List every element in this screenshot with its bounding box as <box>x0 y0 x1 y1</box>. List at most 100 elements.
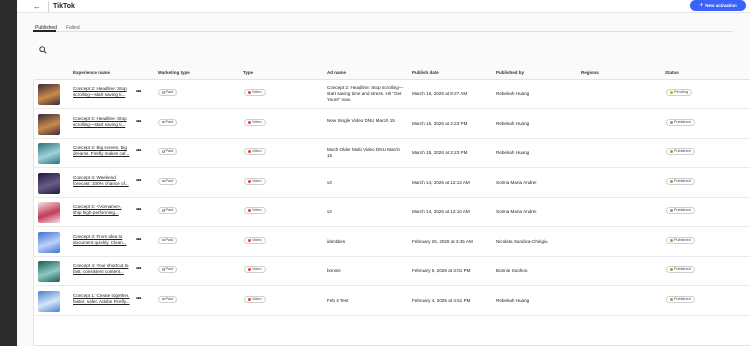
experience-thumbnail[interactable] <box>38 290 60 312</box>
type-label: Video <box>252 178 262 183</box>
video-dot-icon <box>248 238 251 242</box>
experience-thumbnail[interactable] <box>38 261 60 282</box>
status-label: Pending <box>674 90 688 94</box>
search-icon[interactable] <box>39 46 47 54</box>
table-row[interactable]: Concept 1: Create together, faster, safe… <box>33 286 750 316</box>
col-type[interactable]: Type <box>243 70 253 75</box>
marketing-type-badge: Paid <box>158 236 178 244</box>
marketing-type-label: Paid <box>165 296 174 301</box>
more-actions-icon[interactable]: ••• <box>136 237 141 243</box>
type-badge: Video <box>244 236 266 244</box>
experience-thumbnail[interactable] <box>38 113 60 135</box>
table-row[interactable]: Concept 4: Your shortcut to fast, consis… <box>33 256 750 286</box>
col-publish-date[interactable]: Publish date <box>412 70 439 75</box>
status-dot-icon <box>670 120 673 124</box>
type-label: Video <box>252 237 262 242</box>
more-actions-icon[interactable]: ••• <box>136 119 141 125</box>
table-row[interactable]: Concept 2: Headline: Stop scrolling—star… <box>33 79 750 109</box>
circle-icon <box>162 209 165 212</box>
status-label: Published <box>674 296 691 301</box>
video-dot-icon <box>248 179 251 183</box>
published-by: Nicoleta Sandica-Chirigiu <box>496 238 548 244</box>
publish-date: March 14, 2026 at 12:10 AM <box>412 209 470 214</box>
tab-failed[interactable]: Failed <box>66 25 80 31</box>
ad-name: Feb 4 Test <box>327 297 349 303</box>
published-by: Rebekah Huang <box>496 120 530 126</box>
title-divider <box>48 1 49 12</box>
col-status[interactable]: Status <box>665 70 679 75</box>
marketing-type-badge: Paid <box>158 207 178 214</box>
marketing-type-label: Paid <box>165 267 174 271</box>
status-label: Published <box>674 237 691 242</box>
more-actions-icon[interactable]: ••• <box>136 89 141 95</box>
table-row[interactable]: Concept 2: <Vorname>, ship high-performi… <box>33 197 750 227</box>
table-row[interactable]: Concept 3: From idea to document quickly… <box>33 227 750 257</box>
video-dot-icon <box>248 297 251 301</box>
experience-name-link[interactable]: Concept 3: From idea to document quickly… <box>73 234 131 246</box>
more-actions-icon[interactable]: ••• <box>136 178 141 184</box>
status-dot-icon <box>670 297 673 301</box>
status-badge: Published <box>666 295 695 303</box>
experience-name-link[interactable]: Concept 4: Weekend forecast: 100% chance… <box>73 175 131 187</box>
status-dot-icon <box>670 268 673 271</box>
col-experience-name[interactable]: Experience name <box>73 70 110 75</box>
marketing-type-badge: Paid <box>158 148 178 155</box>
experience-name-link[interactable]: Concept 2: Headline: Stop scrolling—star… <box>73 86 131 98</box>
more-actions-icon[interactable]: ••• <box>136 207 141 213</box>
experience-thumbnail[interactable] <box>38 143 60 164</box>
app-panel: ← TikTok + New activation Published Fail… <box>17 0 750 346</box>
experience-thumbnail[interactable] <box>38 172 60 194</box>
table-row[interactable]: Concept 2: Headline: Stop scrolling—star… <box>33 109 750 139</box>
published-by: Bonnie Soohoo <box>496 268 528 273</box>
more-actions-icon[interactable]: ••• <box>136 266 141 272</box>
table-row[interactable]: Concept 4: Weekend forecast: 100% chance… <box>33 168 750 198</box>
experience-thumbnail[interactable] <box>38 84 60 105</box>
experience-name-link[interactable]: Concept 2: Big screen, big dreams. Firef… <box>73 145 131 157</box>
table-header: Experience name Marketing type Type Ad n… <box>17 66 750 78</box>
page-title: TikTok <box>53 3 75 10</box>
col-regions[interactable]: Regions <box>581 70 599 75</box>
experience-thumbnail[interactable] <box>38 202 60 223</box>
experience-name-link[interactable]: Concept 4: Your shortcut to fast, consis… <box>73 263 131 275</box>
published-by: Rebekah Huang <box>496 91 530 96</box>
col-published-by[interactable]: Published by <box>496 70 524 75</box>
more-actions-icon[interactable]: ••• <box>136 148 141 154</box>
back-arrow-icon[interactable]: ← <box>32 2 42 11</box>
type-badge: Video <box>244 177 266 185</box>
circle-icon <box>162 268 165 271</box>
publish-date: February 4, 2026 at 4:51 PM <box>412 297 471 303</box>
marketing-type-badge: Paid <box>158 89 178 96</box>
type-label: Video <box>252 149 262 153</box>
publish-date: March 15, 2026 at 2:23 PM <box>412 150 468 155</box>
type-label: Video <box>252 208 262 212</box>
ad-name: bonnie <box>327 268 341 273</box>
table-row[interactable]: Concept 2: Big screen, big dreams. Firef… <box>33 138 750 168</box>
experience-name-link[interactable]: Concept 2: <Vorname>, ship high-performi… <box>73 204 131 216</box>
type-badge: Video <box>244 295 266 303</box>
circle-icon <box>162 297 165 301</box>
published-by: Rebekah Huang <box>496 150 530 155</box>
more-actions-icon[interactable]: ••• <box>136 296 141 302</box>
new-activation-button[interactable]: + New activation <box>690 0 746 11</box>
experience-name-link[interactable]: Concept 2: Headline: Stop scrolling—star… <box>73 116 131 128</box>
status-label: Published <box>674 267 691 271</box>
top-bar: ← TikTok + New activation <box>17 0 750 13</box>
experience-thumbnail[interactable] <box>38 231 60 253</box>
type-badge: Video <box>244 207 266 214</box>
status-dot-icon <box>670 209 673 212</box>
plus-icon: + <box>699 2 704 9</box>
status-badge: Published <box>666 236 695 244</box>
type-badge: Video <box>244 118 266 126</box>
type-label: Video <box>252 296 262 301</box>
publish-date: February 26, 2026 at 3:45 AM <box>412 238 473 244</box>
new-activation-label: New activation <box>705 3 737 8</box>
circle-icon <box>162 179 165 183</box>
col-marketing-type[interactable]: Marketing type <box>158 70 190 75</box>
video-dot-icon <box>248 268 251 271</box>
marketing-type-label: Paid <box>165 90 174 94</box>
type-label: Video <box>252 90 262 94</box>
status-label: Published <box>674 149 691 153</box>
col-ad-name[interactable]: Ad name <box>327 70 346 75</box>
experience-name-link[interactable]: Concept 1: Create together, faster, safe… <box>73 293 131 305</box>
video-dot-icon <box>248 120 251 124</box>
